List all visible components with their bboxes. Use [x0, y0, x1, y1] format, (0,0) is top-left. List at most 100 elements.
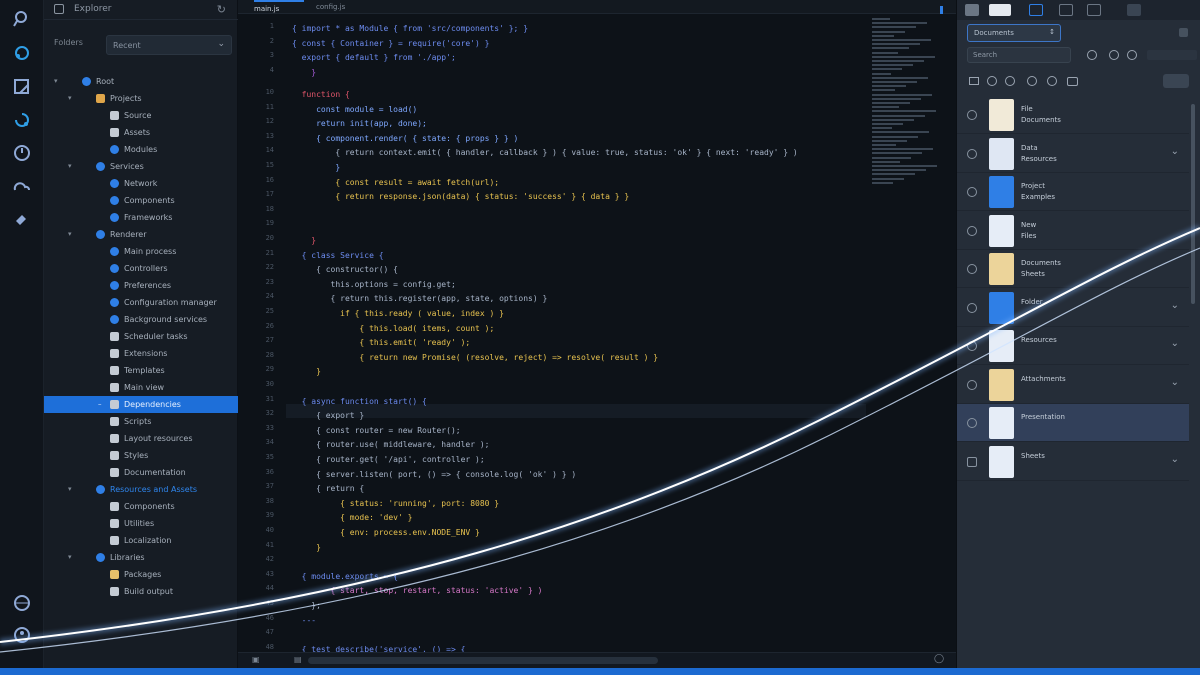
- tree-item[interactable]: Layout resources: [44, 430, 238, 447]
- file-list-item[interactable]: Project Examples: [957, 173, 1189, 211]
- bell-icon[interactable]: ◯: [934, 654, 944, 664]
- code-line[interactable]: this.options = config.get;: [292, 278, 456, 292]
- code-line[interactable]: { import * as Module { from 'src/compone…: [292, 22, 528, 36]
- chevron-down-icon[interactable]: ⌄: [1171, 146, 1179, 157]
- settings-icon[interactable]: [11, 208, 33, 230]
- select-radio[interactable]: [967, 148, 977, 159]
- tree-item[interactable]: ▾ Root: [44, 73, 238, 90]
- code-line[interactable]: ---: [292, 614, 316, 628]
- chevron-down-icon[interactable]: ▾: [68, 158, 72, 175]
- file-list-item[interactable]: New Files: [957, 212, 1189, 250]
- code-line[interactable]: const module = load(): [292, 103, 417, 117]
- chevron-down-icon[interactable]: ▾: [68, 549, 72, 566]
- tree-item[interactable]: Scripts: [44, 413, 238, 430]
- code-line[interactable]: { status: 'running', port: 8080 }: [292, 497, 499, 511]
- code-line[interactable]: { this.emit( 'ready' );: [292, 336, 470, 350]
- code-line[interactable]: { const router = new Router();: [292, 424, 461, 438]
- tree-item[interactable]: Network: [44, 175, 238, 192]
- code-line[interactable]: { constructor() {: [292, 263, 398, 277]
- extensions-icon[interactable]: [11, 76, 33, 98]
- code-line[interactable]: { module.exports = {: [292, 570, 398, 584]
- chevron-down-icon[interactable]: ⌄: [1171, 454, 1179, 465]
- select-radio[interactable]: [967, 264, 977, 274]
- code-line[interactable]: { router.get( '/api', controller );: [292, 453, 485, 467]
- select-radio[interactable]: [967, 379, 977, 390]
- code-line[interactable]: { router.use( middleware, handler );: [292, 438, 489, 452]
- code-line[interactable]: }: [292, 66, 316, 80]
- tree-item[interactable]: Source: [44, 107, 238, 124]
- preview-icon[interactable]: [1059, 4, 1073, 16]
- file-list-scrollbar[interactable]: [1191, 104, 1195, 304]
- pin-icon[interactable]: [1179, 28, 1188, 37]
- code-line[interactable]: };: [292, 599, 321, 613]
- tree-item[interactable]: Main process: [44, 243, 238, 260]
- info-icon[interactable]: [1127, 50, 1137, 60]
- code-line[interactable]: { component.render( { state: { props } }…: [292, 132, 518, 146]
- chevron-down-icon[interactable]: ▾: [68, 481, 72, 498]
- select-radio[interactable]: [967, 187, 977, 197]
- history-icon[interactable]: [11, 142, 33, 164]
- file-list-item[interactable]: Attachments ⌄: [957, 366, 1189, 404]
- tab-config[interactable]: config.js: [316, 0, 366, 14]
- horizontal-scrollbar[interactable]: [308, 657, 658, 664]
- code-line[interactable]: }: [292, 234, 316, 248]
- account-icon[interactable]: [11, 624, 33, 646]
- select-radio[interactable]: [967, 456, 977, 467]
- globe-icon[interactable]: [11, 592, 33, 614]
- tree-item[interactable]: Preferences: [44, 277, 238, 294]
- tree-item[interactable]: Frameworks: [44, 209, 238, 226]
- tree-item[interactable]: Modules: [44, 141, 238, 158]
- code-line[interactable]: { this.load( items, count );: [292, 322, 494, 336]
- code-line[interactable]: { export }: [292, 409, 364, 423]
- code-line[interactable]: { return this.register(app, state, optio…: [292, 292, 548, 306]
- tag-icon[interactable]: [1027, 76, 1037, 86]
- search-icon[interactable]: [11, 8, 33, 30]
- file-list-item[interactable]: File Documents: [957, 96, 1189, 134]
- code-line[interactable]: { async function start() {: [292, 395, 427, 409]
- file-list-item[interactable]: Documents Sheets: [957, 250, 1189, 288]
- file-list-item[interactable]: Sheets ⌄: [957, 443, 1189, 481]
- code-lines[interactable]: { import * as Module { from 'src/compone…: [292, 14, 872, 668]
- code-line[interactable]: { const { Container } = require('core') …: [292, 37, 489, 51]
- code-line[interactable]: }: [292, 365, 321, 379]
- tree-item[interactable]: Utilities: [44, 515, 238, 532]
- file-list-item[interactable]: Resources ⌄: [957, 327, 1189, 365]
- calendar-icon[interactable]: [1067, 77, 1078, 86]
- tree-item[interactable]: Components: [44, 192, 238, 209]
- code-line[interactable]: { class Service {: [292, 249, 384, 263]
- code-line[interactable]: { mode: 'dev' }: [292, 511, 412, 525]
- select-radio[interactable]: [967, 302, 977, 313]
- star-icon[interactable]: [1047, 76, 1057, 86]
- sync-icon[interactable]: [1087, 50, 1097, 60]
- panel-icon[interactable]: ▤: [294, 655, 302, 664]
- code-line[interactable]: return init(app, done);: [292, 117, 427, 131]
- tree-item[interactable]: Build output: [44, 583, 238, 600]
- cloud-icon[interactable]: [11, 175, 33, 197]
- share-icon[interactable]: [1109, 50, 1119, 60]
- tab-main[interactable]: main.js: [254, 0, 304, 14]
- new-folder-icon[interactable]: [969, 77, 979, 85]
- source-control-icon[interactable]: [11, 42, 33, 64]
- tree-item[interactable]: Controllers: [44, 260, 238, 277]
- code-line[interactable]: { return context.emit( { handler, callba…: [292, 146, 797, 160]
- code-line[interactable]: export { default } from './app';: [292, 51, 456, 65]
- code-line[interactable]: }: [292, 161, 340, 175]
- filter-chip[interactable]: [1147, 50, 1197, 60]
- code-line[interactable]: }: [292, 541, 321, 555]
- code-line[interactable]: { return response.json(data) { status: '…: [292, 190, 629, 204]
- tree-item[interactable]: ▾ Libraries: [44, 549, 238, 566]
- tree-item[interactable]: ▾ Renderer: [44, 226, 238, 243]
- select-radio[interactable]: [967, 341, 977, 351]
- folder-view-icon[interactable]: [1029, 4, 1043, 16]
- tree-item[interactable]: Configuration manager: [44, 294, 238, 311]
- tree-item[interactable]: ▾ Projects: [44, 90, 238, 107]
- tree-item[interactable]: Components: [44, 498, 238, 515]
- chevron-down-icon[interactable]: ▾: [68, 90, 72, 107]
- tree-item[interactable]: Main view: [44, 379, 238, 396]
- chevron-down-icon[interactable]: ▾: [68, 226, 72, 243]
- select-radio[interactable]: [967, 110, 977, 120]
- clock-icon[interactable]: [1005, 76, 1015, 86]
- chevron-down-icon[interactable]: ⌄: [1171, 300, 1179, 311]
- image-icon[interactable]: [987, 76, 997, 86]
- search-field[interactable]: Search: [967, 47, 1071, 63]
